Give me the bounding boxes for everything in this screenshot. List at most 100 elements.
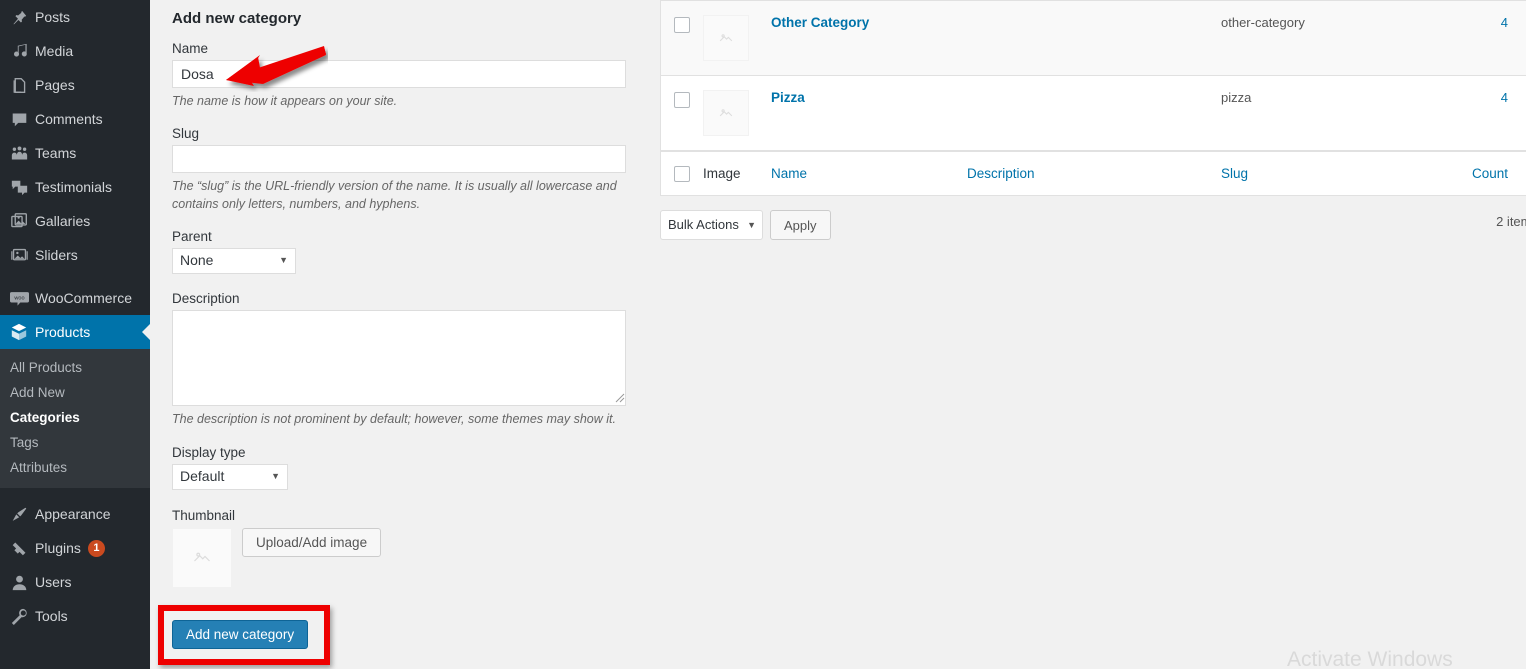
sidebar-item-plugins[interactable]: Plugins 1	[0, 531, 150, 565]
row-image-cell	[703, 90, 771, 136]
apply-button[interactable]: Apply	[770, 210, 831, 240]
woocommerce-icon: woo	[6, 291, 32, 306]
sidebar-subitem-categories[interactable]: Categories	[0, 405, 150, 430]
display-type-select-value: Default	[180, 467, 225, 484]
tools-icon	[6, 608, 32, 625]
categories-table-panel: Other Category other-category 4 Pizza pi…	[660, 0, 1526, 669]
sidebar-menu-main: Posts Media Pages Comments Teams Testimo…	[0, 0, 150, 349]
sidebar-item-products[interactable]: Products	[0, 315, 150, 349]
pin-icon	[6, 9, 32, 26]
teams-icon	[6, 145, 32, 162]
sidebar-item-posts[interactable]: Posts	[0, 0, 150, 34]
gallery-icon	[6, 212, 32, 230]
sidebar-separator-bottom	[0, 488, 150, 497]
sidebar-item-label: Appearance	[35, 506, 111, 522]
column-header-label[interactable]: Slug	[1221, 166, 1248, 181]
sidebar-item-users[interactable]: Users	[0, 565, 150, 599]
broken-image-icon	[194, 552, 210, 561]
description-label: Description	[172, 291, 240, 307]
row-count-cell: 4	[1446, 90, 1518, 105]
broken-image-icon	[719, 108, 733, 116]
sidebar-item-gallaries[interactable]: Gallaries	[0, 204, 150, 238]
name-label: Name	[172, 41, 209, 56]
sidebar-subitem-tags[interactable]: Tags	[0, 430, 150, 455]
chevron-down-icon: ▼	[279, 255, 288, 266]
category-name-link[interactable]: Pizza	[771, 90, 805, 105]
categories-table: Other Category other-category 4 Pizza pi…	[660, 0, 1526, 196]
sidebar-item-label: Testimonials	[35, 179, 113, 195]
sidebar-item-tools[interactable]: Tools	[0, 599, 150, 633]
items-count-label: 2 items	[1496, 214, 1526, 229]
category-name-link[interactable]: Other Category	[771, 15, 869, 30]
thumbnail-label: Thumbnail	[172, 507, 236, 523]
row-name-cell: Other Category	[771, 15, 1221, 30]
row-thumbnail	[703, 15, 749, 61]
sidebar-item-teams[interactable]: Teams	[0, 136, 150, 170]
row-checkbox[interactable]	[674, 17, 690, 33]
description-wrap	[172, 310, 628, 407]
row-checkbox[interactable]	[674, 92, 690, 108]
submit-row: Add new category	[172, 619, 631, 649]
upload-add-image-button[interactable]: Upload/Add image	[242, 527, 382, 557]
add-new-category-form: Add new category Name The name is how it…	[150, 0, 655, 669]
sidebar-item-testimonials[interactable]: Testimonials	[0, 170, 150, 204]
sidebar-item-appearance[interactable]: Appearance	[0, 497, 150, 531]
category-slug: pizza	[1221, 90, 1252, 105]
testimonials-icon	[6, 179, 32, 196]
name-help-text: The name is how it appears on your site.	[172, 94, 398, 108]
sidebar-separator	[0, 272, 150, 281]
select-all-checkbox[interactable]	[674, 166, 690, 182]
add-new-category-submit[interactable]: Add new category	[172, 619, 309, 649]
column-header-label[interactable]: Description	[967, 166, 1035, 181]
row-slug-cell: pizza	[1221, 90, 1446, 105]
category-slug: other-category	[1221, 15, 1305, 30]
sidebar-subitem-add-new[interactable]: Add New	[0, 380, 150, 405]
sidebar-item-label: Teams	[35, 145, 77, 161]
row-checkbox-cell	[661, 15, 703, 33]
column-header-description[interactable]: Description	[967, 166, 1221, 181]
sidebar-subitem-all-products[interactable]: All Products	[0, 355, 150, 380]
table-row[interactable]: Pizza pizza 4	[661, 76, 1526, 151]
row-checkbox-cell	[661, 90, 703, 108]
column-header-label[interactable]: Name	[771, 166, 807, 181]
bulk-actions-value: Bulk Actions	[668, 217, 739, 232]
comments-icon	[6, 111, 32, 128]
row-thumbnail	[703, 90, 749, 136]
table-row[interactable]: Other Category other-category 4	[661, 1, 1526, 76]
column-header-label[interactable]: Count	[1472, 166, 1508, 181]
thumbnail-preview	[172, 527, 232, 588]
slug-input[interactable]	[172, 145, 626, 174]
sidebar-item-label: Users	[35, 574, 72, 590]
column-header-count[interactable]: Count	[1446, 166, 1518, 181]
description-help-text: The description is not prominent by defa…	[172, 412, 616, 427]
description-textarea[interactable]	[172, 310, 626, 407]
column-header-name[interactable]: Name	[771, 166, 967, 181]
name-input[interactable]	[172, 60, 626, 88]
sidebar-menu-bottom: Appearance Plugins 1 Users Tools	[0, 497, 150, 633]
display-type-label: Display type	[172, 444, 246, 460]
sidebar-item-label: Gallaries	[35, 213, 91, 229]
table-footer-header-row: Image Name Description Slug Count	[661, 151, 1526, 195]
sidebar-item-sliders[interactable]: Sliders	[0, 238, 150, 272]
select-all-cell	[661, 164, 703, 182]
sidebar-item-pages[interactable]: Pages	[0, 68, 150, 102]
chevron-down-icon: ▼	[747, 220, 756, 230]
media-icon	[6, 43, 32, 60]
row-count-cell: 4	[1446, 15, 1518, 30]
sidebar-item-comments[interactable]: Comments	[0, 102, 150, 136]
sidebar-item-media[interactable]: Media	[0, 34, 150, 68]
bulk-actions-select[interactable]: Bulk Actions ▼	[660, 210, 763, 240]
sidebar-subitem-attributes[interactable]: Attributes	[0, 455, 150, 480]
svg-text:woo: woo	[13, 295, 24, 301]
display-type-select[interactable]: Default ▼	[172, 463, 288, 490]
row-name-cell: Pizza	[771, 90, 1221, 105]
sidebar-item-woocommerce[interactable]: woo WooCommerce	[0, 281, 150, 315]
column-header-slug[interactable]: Slug	[1221, 166, 1446, 181]
sliders-icon	[6, 247, 32, 264]
category-count-link[interactable]: 4	[1501, 90, 1508, 105]
thumbnail-row: Upload/Add image	[172, 527, 631, 588]
parent-select[interactable]: None ▼	[172, 248, 296, 275]
sidebar-item-label: WooCommerce	[35, 290, 132, 306]
category-count-link[interactable]: 4	[1501, 15, 1508, 30]
users-icon	[6, 574, 32, 591]
